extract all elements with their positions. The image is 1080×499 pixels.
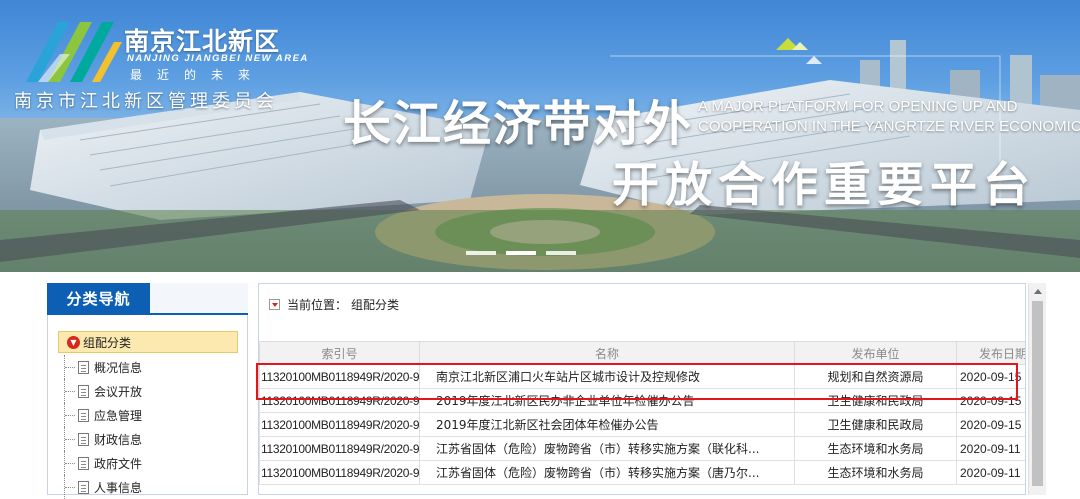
page-scrollbar[interactable] xyxy=(1028,283,1046,495)
category-root[interactable]: ▼ 组配分类 xyxy=(58,331,238,353)
row-index: 11320100MB0118949R/2020-94227 xyxy=(259,364,420,389)
location-icon xyxy=(269,299,280,310)
headline-line-1: 长江经济带对外 xyxy=(343,96,694,152)
row-title-link[interactable]: 2019年度江北新区社会团体年检催办公告 xyxy=(419,412,795,437)
row-date: 2020-09-15 xyxy=(956,412,1025,437)
slide-dot[interactable] xyxy=(546,251,576,255)
category-item-label: 政府文件 xyxy=(94,456,143,471)
row-index: 11320100MB0118949R/2020-94190 xyxy=(259,412,420,437)
category-item-label: 人事信息 xyxy=(94,480,143,495)
header-date: 发布日期 xyxy=(956,341,1025,365)
document-icon xyxy=(78,432,89,446)
sidebar-title: 分类导航 xyxy=(47,283,150,315)
logo-english: NANJING JIANGBEI NEW AREA xyxy=(127,53,309,64)
row-title-link[interactable]: 南京江北新区浦口火车站片区城市设计及控规修改 xyxy=(419,364,795,389)
row-date: 2020-09-15 xyxy=(956,364,1025,389)
headline-english-line-2: COOPERATION IN THE YANGRTZE RIVER ECONOM… xyxy=(698,118,1080,135)
category-item[interactable]: 概况信息 xyxy=(64,355,234,379)
category-item[interactable]: 政府文件 xyxy=(64,451,234,475)
headline-english-line-1: A MAJOR PLATFORM FOR OPENING UP AND xyxy=(698,98,1018,115)
row-index: 11320100MB0118949R/2020-93324 xyxy=(259,436,420,461)
category-item[interactable]: 财政信息 xyxy=(64,427,234,451)
row-unit: 生态环境和水务局 xyxy=(794,436,957,461)
category-sidebar: 分类导航 ▼ 组配分类 概况信息会议开放应急管理财政信息政府文件人事信息 xyxy=(47,283,248,499)
document-icon xyxy=(78,480,89,494)
headline-line-2: 开放合作重要平台 xyxy=(612,158,1036,213)
breadcrumb: 当前位置： 组配分类 xyxy=(269,296,399,313)
table-row[interactable]: 11320100MB0118949R/2020-941902019年度江北新区社… xyxy=(259,412,1025,437)
slide-indicator[interactable] xyxy=(466,251,576,255)
row-title-link[interactable]: 2019年度江北新区民办非企业单位年检催办公告 xyxy=(419,388,795,413)
document-icon xyxy=(78,408,89,422)
row-index: 11320100MB0118949R/2020-93317 xyxy=(259,460,420,485)
row-date: 2020-09-15 xyxy=(956,388,1025,413)
header-index: 索引号 xyxy=(259,341,420,365)
header-unit: 发布单位 xyxy=(794,341,957,365)
row-title-link[interactable]: 江苏省固体（危险）废物跨省（市）转移实施方案（联化科... xyxy=(419,436,795,461)
table-row[interactable]: 11320100MB0118949R/2020-94227南京江北新区浦口火车站… xyxy=(259,364,1025,389)
document-icon xyxy=(78,360,89,374)
category-item-label: 应急管理 xyxy=(94,408,143,423)
row-title-link[interactable]: 江苏省固体（危险）废物跨省（市）转移实施方案（唐乃尔... xyxy=(419,460,795,485)
row-unit: 规划和自然资源局 xyxy=(794,364,957,389)
table-row[interactable]: 11320100MB0118949R/2020-93324江苏省固体（危险）废物… xyxy=(259,436,1025,461)
table-row[interactable]: 11320100MB0118949R/2020-93317江苏省固体（危险）废物… xyxy=(259,460,1025,485)
document-icon xyxy=(78,456,89,470)
category-item-label: 财政信息 xyxy=(94,432,143,447)
category-root-label: 组配分类 xyxy=(83,335,132,350)
breadcrumb-current[interactable]: 组配分类 xyxy=(351,296,399,313)
document-table: 索引号 名称 发布单位 发布日期 11320100MB0118949R/2020… xyxy=(259,341,1025,485)
slide-dot[interactable] xyxy=(506,251,536,255)
banner: 南京江北新区 NANJING JIANGBEI NEW AREA 最近的未来 南… xyxy=(0,0,1080,272)
row-unit: 生态环境和水务局 xyxy=(794,460,957,485)
breadcrumb-label: 当前位置： xyxy=(287,298,348,312)
category-item[interactable]: 会议开放 xyxy=(64,379,234,403)
category-item[interactable]: 应急管理 xyxy=(64,403,234,427)
row-index: 11320100MB0118949R/2020-94192 xyxy=(259,388,420,413)
row-unit: 卫生健康和民政局 xyxy=(794,412,957,437)
category-item-label: 会议开放 xyxy=(94,384,143,399)
headline-english: A MAJOR PLATFORM FOR OPENING UP AND COOP… xyxy=(698,97,1080,137)
row-unit: 卫生健康和民政局 xyxy=(794,388,957,413)
document-icon xyxy=(78,384,89,398)
row-date: 2020-09-11 xyxy=(956,460,1025,485)
committee-name: 南京市江北新区管理委员会 xyxy=(14,91,278,112)
sidebar-header: 分类导航 xyxy=(47,283,248,315)
category-item[interactable]: 人事信息 xyxy=(64,475,234,499)
row-date: 2020-09-11 xyxy=(956,436,1025,461)
table-row[interactable]: 11320100MB0118949R/2020-941922019年度江北新区民… xyxy=(259,388,1025,413)
content-panel: 当前位置： 组配分类 索引号 名称 发布单位 发布日期 11320100MB01… xyxy=(258,283,1026,495)
logo-slogan: 最近的未来 xyxy=(130,68,266,82)
category-list: 概况信息会议开放应急管理财政信息政府文件人事信息 xyxy=(64,355,234,499)
category-item-label: 概况信息 xyxy=(94,360,143,375)
scroll-thumb[interactable] xyxy=(1032,301,1043,486)
header-name: 名称 xyxy=(419,341,795,365)
table-header-row: 索引号 名称 发布单位 发布日期 xyxy=(259,341,1025,365)
scroll-up-icon[interactable] xyxy=(1034,289,1042,294)
collapse-toggle-icon[interactable]: ▼ xyxy=(67,335,80,349)
slide-dot[interactable] xyxy=(466,251,496,255)
jiangbei-logo-icon xyxy=(26,22,122,82)
